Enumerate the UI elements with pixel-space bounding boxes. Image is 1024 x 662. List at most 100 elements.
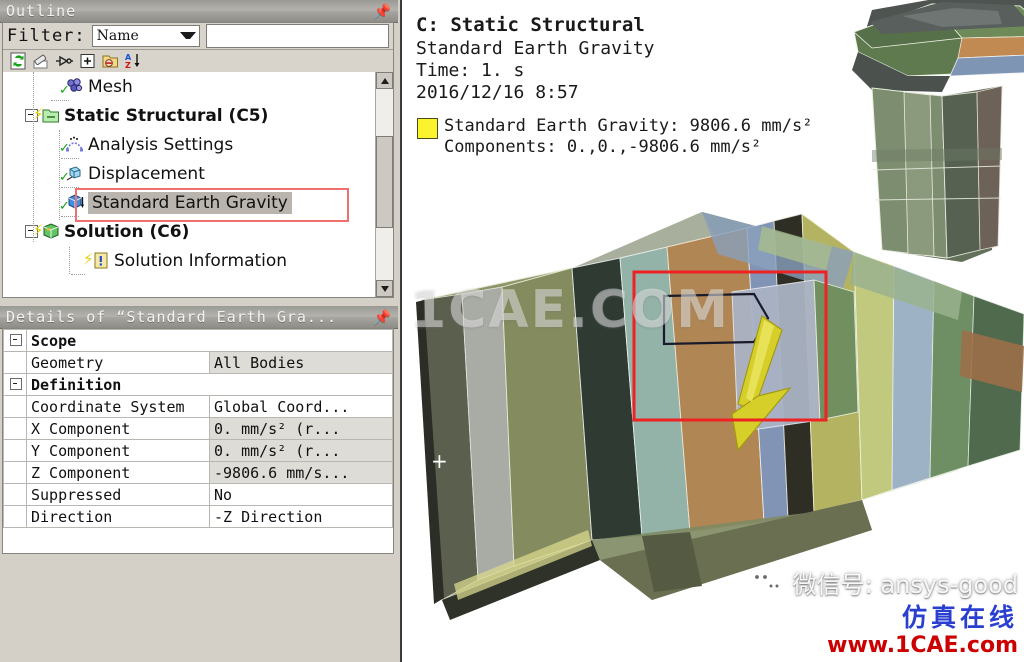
scroll-thumb[interactable]	[376, 136, 393, 228]
graphics-viewport[interactable]: C: Static Structural Standard Earth Grav…	[400, 0, 1024, 662]
details-property-name: Coordinate System	[26, 395, 210, 418]
details-property-row[interactable]: Y Component 0. mm/s² (r...	[3, 439, 393, 462]
tree-connector	[61, 187, 79, 188]
viewport-title: C: Static Structural	[416, 14, 645, 36]
details-property-value[interactable]: No	[209, 483, 393, 506]
filter-label: Filter:	[7, 26, 86, 46]
details-property-name: Direction	[26, 505, 210, 528]
pin-icon[interactable]: 📌	[374, 2, 392, 22]
details-group-expander[interactable]	[3, 373, 27, 396]
outline-title-bar: Outline 📌	[0, 0, 398, 23]
details-row-spacer	[3, 483, 27, 506]
details-property-value[interactable]: -Z Direction	[209, 505, 393, 528]
tree-item-label: Static Structural (C5)	[64, 105, 269, 126]
expand-icon[interactable]	[78, 52, 97, 70]
filter-search-input[interactable]	[206, 24, 389, 48]
details-row-spacer	[3, 395, 27, 418]
solution-icon: ⚡	[33, 222, 60, 241]
sort-az-icon[interactable]: A Z	[124, 52, 143, 70]
tree-item-label: Displacement	[88, 163, 205, 184]
solution-info-icon: ⚡	[83, 251, 110, 270]
tree-connector	[61, 216, 79, 217]
mesh-icon: ✓	[59, 77, 84, 97]
legend-line-magnitude: Standard Earth Gravity: 9806.6 mm/s²	[444, 116, 813, 136]
outline-body: Filter: Name A Z ✓ Mesh ⚡ Static Structu…	[2, 22, 394, 298]
outline-scrollbar[interactable]	[375, 72, 393, 297]
details-property-value[interactable]: -9806.6 mm/s...	[209, 461, 393, 484]
outline-tree: ✓ Mesh ⚡ Static Structural (C5) ✓ Analysis Se…	[3, 72, 393, 297]
status-bolt-icon: ⚡	[33, 105, 44, 123]
scroll-up-button[interactable]	[376, 72, 393, 89]
refresh-icon[interactable]	[9, 52, 28, 70]
tree-connector	[33, 72, 34, 242]
watermark-brand-cn: 仿真在线	[901, 603, 1018, 632]
status-check-icon: ✓	[59, 141, 70, 156]
details-property-row[interactable]: Suppressed No	[3, 483, 393, 506]
filter-type-select[interactable]: Name	[91, 25, 200, 47]
viewport-timestamp: 2016/12/16 8:57	[416, 82, 579, 103]
details-group-row[interactable]: Scope	[3, 329, 393, 352]
details-row-spacer	[3, 417, 27, 440]
outline-toolbar: A Z	[3, 50, 393, 73]
legend-color-swatch	[417, 118, 438, 139]
probe-icon[interactable]	[55, 52, 74, 70]
tree-connector	[71, 274, 85, 275]
details-property-row[interactable]: Geometry All Bodies	[3, 351, 393, 374]
collapse-icon	[10, 333, 22, 346]
filter-row: Filter: Name	[3, 23, 393, 50]
status-check-icon: ✓	[59, 83, 70, 98]
tree-item-mesh[interactable]: ✓ Mesh	[3, 72, 376, 101]
outline-title-text: Outline	[6, 2, 77, 20]
tree-connector	[59, 130, 60, 220]
details-body: Scope Geometry All Bodies Definition Coordin…	[2, 328, 394, 554]
details-property-name: Y Component	[26, 439, 210, 462]
legend-line-components: Components: 0.,0.,-9806.6 mm/s²	[444, 137, 762, 157]
details-panel: Details of “Standard Earth Gra... 📌 Scop…	[0, 306, 398, 556]
watermark-wechat-id: 微信号: ansys-good	[792, 571, 1018, 599]
details-row-spacer	[3, 351, 27, 374]
analysis-icon: ⚡	[33, 106, 60, 125]
details-property-value[interactable]: Global Coord...	[209, 395, 393, 418]
chevron-down-icon	[180, 32, 196, 39]
collapse-icon	[10, 377, 22, 390]
status-check-icon: ✓	[59, 170, 70, 185]
details-property-value[interactable]: 0. mm/s² (r...	[209, 439, 393, 462]
details-property-row[interactable]: Z Component -9806.6 mm/s...	[3, 461, 393, 484]
status-bolt-icon: ⚡	[33, 221, 44, 239]
folder-icon[interactable]	[101, 52, 120, 70]
left-dock: Outline 📌 Filter: Name A Z ✓ Mesh ⚡ Stat…	[0, 0, 398, 662]
details-property-name: Suppressed	[26, 483, 210, 506]
tree-item-label: Mesh	[88, 76, 133, 97]
svg-text:Z: Z	[125, 61, 131, 70]
outline-tree-rows: ✓ Mesh ⚡ Static Structural (C5) ✓ Analysis Se…	[3, 72, 376, 297]
details-property-name: X Component	[26, 417, 210, 440]
details-property-value[interactable]: All Bodies	[209, 351, 393, 374]
details-title-bar: Details of “Standard Earth Gra... 📌	[0, 306, 398, 329]
tree-connector	[51, 100, 69, 101]
status-bolt-icon: ⚡	[83, 250, 94, 268]
tree-item-label: Analysis Settings	[88, 134, 234, 155]
tree-connector	[69, 247, 70, 274]
details-property-row[interactable]: Coordinate System Global Coord...	[3, 395, 393, 418]
eraser-icon[interactable]	[32, 52, 51, 70]
status-check-icon: ✓	[59, 199, 70, 214]
details-property-value[interactable]: 0. mm/s² (r...	[209, 417, 393, 440]
tree-item-label: Standard Earth Gravity	[88, 191, 292, 214]
tree-item-label: Solution (C6)	[64, 221, 190, 242]
tree-item-static-structural-c5[interactable]: ⚡ Static Structural (C5)	[3, 101, 376, 130]
details-group-expander[interactable]	[3, 329, 27, 352]
ansys-mechanical-window: Outline 📌 Filter: Name A Z ✓ Mesh ⚡ Stat…	[0, 0, 1024, 662]
details-row-spacer	[3, 505, 27, 528]
details-group-row[interactable]: Definition	[3, 373, 393, 396]
details-property-name: Z Component	[26, 461, 210, 484]
details-group-label: Scope	[26, 329, 393, 352]
pin-icon[interactable]: 📌	[374, 308, 392, 328]
details-row-spacer	[3, 461, 27, 484]
outline-panel: Outline 📌 Filter: Name A Z ✓ Mesh ⚡ Stat…	[0, 0, 398, 300]
tree-item-solution-c6[interactable]: ⚡ Solution (C6)	[3, 217, 376, 246]
details-property-row[interactable]: X Component 0. mm/s² (r...	[3, 417, 393, 440]
tree-item-solution-information[interactable]: ⚡ Solution Information	[3, 246, 376, 275]
watermark-brand: 微信号: ansys-good 仿真在线 www.1CAE.com	[746, 565, 1018, 658]
details-property-row[interactable]: Direction -Z Direction	[3, 505, 393, 528]
scroll-down-button[interactable]	[376, 280, 393, 297]
